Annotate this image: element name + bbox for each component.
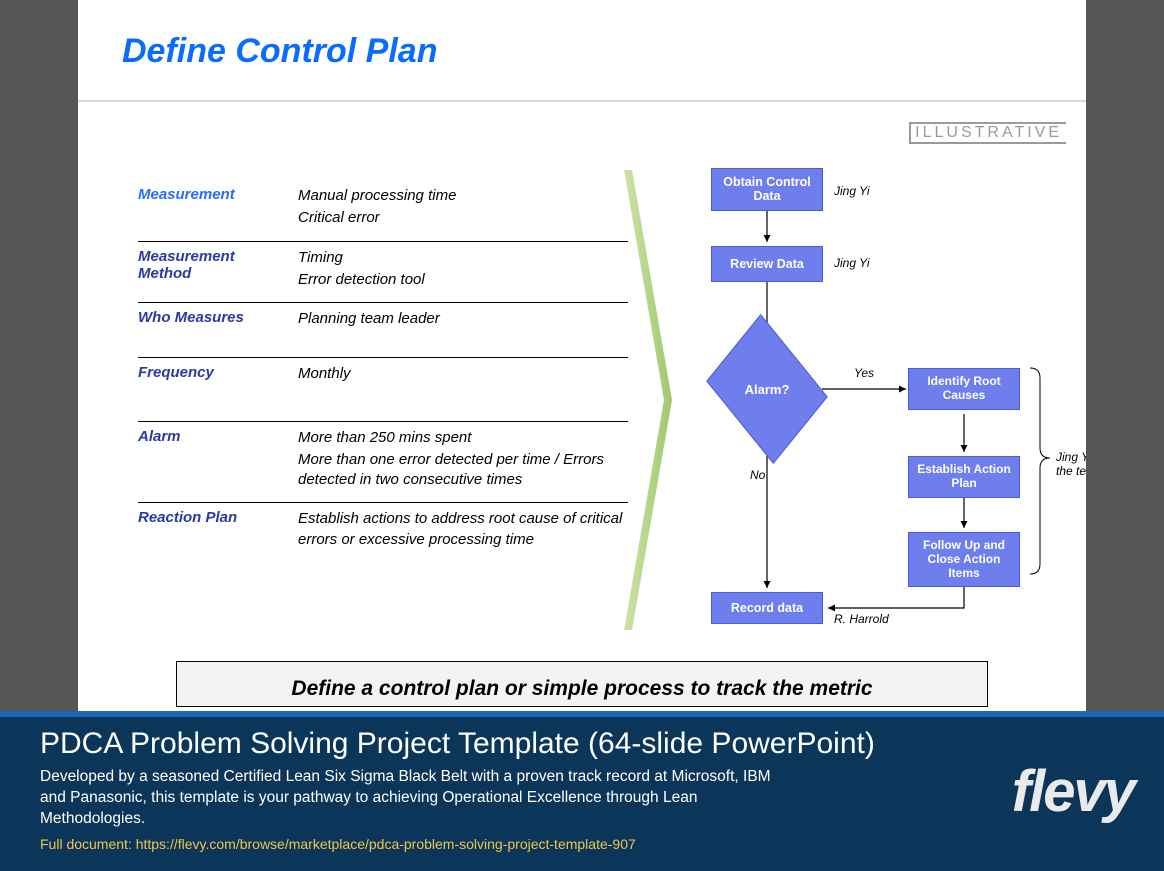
flevy-logo: flevy bbox=[1012, 758, 1134, 825]
control-plan-table: Measurement Manual processing time Criti… bbox=[138, 180, 628, 562]
value-line: More than one error detected per time / … bbox=[298, 450, 628, 491]
owner-label: Jing Yi bbox=[834, 256, 870, 270]
row-value: Timing Error detection tool bbox=[298, 248, 628, 293]
banner-title-main: PDCA Problem Solving Project Template bbox=[40, 727, 580, 760]
promo-banner: PDCA Problem Solving Project Template (6… bbox=[0, 711, 1164, 871]
value-line: Critical error bbox=[298, 208, 628, 228]
flow-node-record: Record data bbox=[711, 592, 823, 624]
banner-description: Developed by a seasoned Certified Lean S… bbox=[40, 767, 780, 830]
row-label: Measurement bbox=[138, 186, 298, 231]
illustrative-badge: ILLUSTRATIVE bbox=[909, 122, 1066, 144]
row-label: Reaction Plan bbox=[138, 509, 298, 552]
flow-node-alarm-decision: Alarm? bbox=[714, 346, 820, 432]
banner-title: PDCA Problem Solving Project Template (6… bbox=[40, 727, 1134, 761]
decision-label: Alarm? bbox=[714, 346, 820, 432]
edge-label-no: No bbox=[750, 468, 765, 482]
flow-node-review: Review Data bbox=[711, 246, 823, 282]
row-value: Planning team leader bbox=[298, 309, 628, 331]
value-line: Establish actions to address root cause … bbox=[298, 509, 628, 550]
value-line: Manual processing time bbox=[298, 186, 628, 206]
table-row: Measurement Manual processing time Criti… bbox=[138, 180, 628, 242]
row-value: More than 250 mins spent More than one e… bbox=[298, 428, 628, 493]
slide: Define Control Plan ILLUSTRATIVE Measure… bbox=[78, 0, 1086, 711]
table-row: Frequency Monthly bbox=[138, 358, 628, 421]
banner-link[interactable]: Full document: https://flevy.com/browse/… bbox=[40, 836, 1134, 852]
row-value: Manual processing time Critical error bbox=[298, 186, 628, 231]
table-row: Alarm More than 250 mins spent More than… bbox=[138, 422, 628, 504]
flowchart: Obtain Control Data Jing Yi Review Data … bbox=[658, 162, 1068, 642]
value-line: Timing bbox=[298, 248, 628, 268]
row-value: Monthly bbox=[298, 364, 628, 386]
value-line: Error detection tool bbox=[298, 270, 628, 290]
banner-title-paren: (64-slide PowerPoint) bbox=[588, 727, 875, 760]
flow-node-obtain: Obtain Control Data bbox=[711, 168, 823, 211]
row-label: Frequency bbox=[138, 364, 298, 386]
title-divider bbox=[78, 100, 1086, 102]
flow-node-identify: Identify Root Causes bbox=[908, 368, 1020, 410]
row-label: Measurement Method bbox=[138, 248, 298, 293]
table-row: Reaction Plan Establish actions to addre… bbox=[138, 503, 628, 562]
value-line: More than 250 mins spent bbox=[298, 428, 628, 448]
row-label: Who Measures bbox=[138, 309, 298, 331]
row-value: Establish actions to address root cause … bbox=[298, 509, 628, 552]
owner-label-group: Jing Yi and the the team bbox=[1056, 450, 1086, 478]
table-row: Who Measures Planning team leader bbox=[138, 303, 628, 358]
slide-footer-text: Define a control plan or simple process … bbox=[176, 661, 988, 707]
value-line: Monthly bbox=[298, 364, 628, 384]
owner-label: R. Harrold bbox=[834, 612, 889, 626]
flow-node-follow: Follow Up and Close Action Items bbox=[908, 532, 1020, 587]
owner-label: Jing Yi bbox=[834, 184, 870, 198]
row-label: Alarm bbox=[138, 428, 298, 493]
edge-label-yes: Yes bbox=[854, 366, 874, 380]
table-row: Measurement Method Timing Error detectio… bbox=[138, 242, 628, 304]
flow-node-establish: Establish Action Plan bbox=[908, 456, 1020, 498]
value-line: Planning team leader bbox=[298, 309, 628, 329]
slide-title: Define Control Plan bbox=[122, 32, 437, 71]
